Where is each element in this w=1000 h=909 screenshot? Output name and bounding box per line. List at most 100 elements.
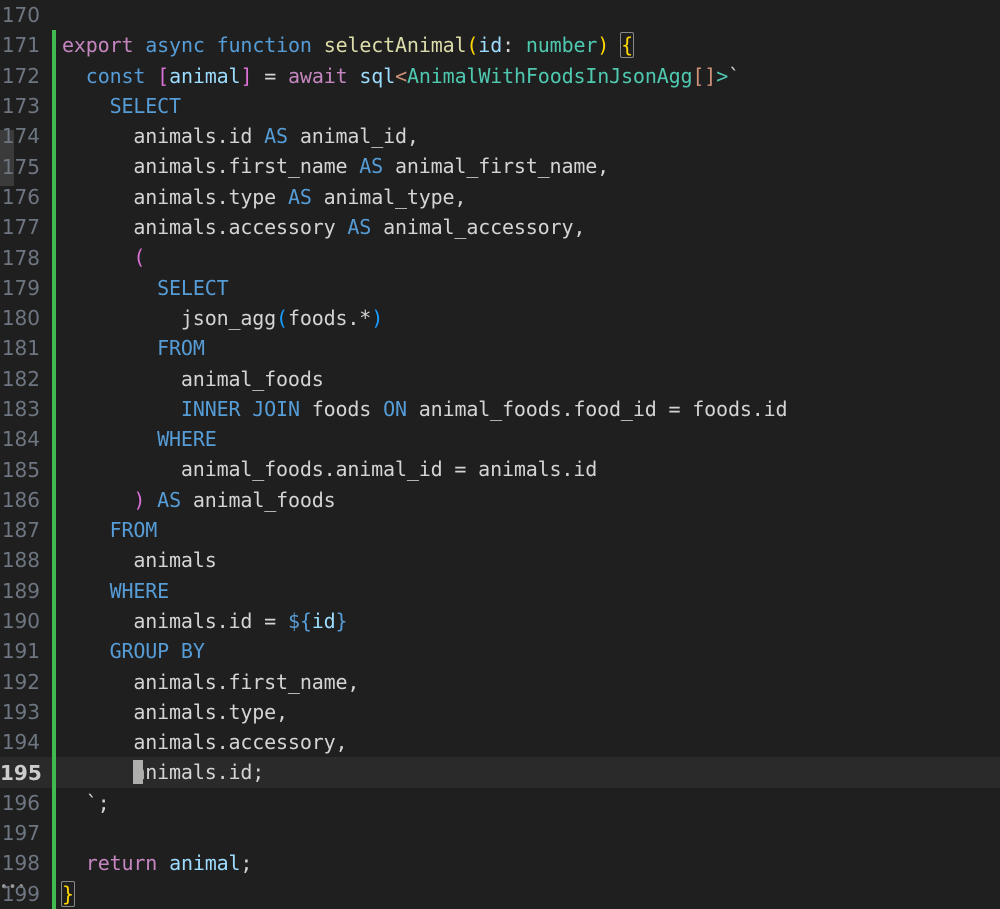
- code-line[interactable]: 191 GROUP BY: [0, 636, 1000, 667]
- line-number: 182: [1, 366, 40, 391]
- code-line[interactable]: 180 json_agg(foods.*): [0, 302, 1000, 334]
- code-token: foods.*: [287, 305, 372, 330]
- code-line-content[interactable]: animals: [56, 545, 1000, 575]
- code-token: animal: [169, 851, 241, 876]
- code-token: animals.first_name,: [62, 669, 360, 694]
- code-token: AnimalWithFoodsInJsonAgg: [407, 63, 693, 88]
- code-editor[interactable]: ••• 170 171 export async function selectAn…: [0, 0, 1000, 909]
- code-line-content[interactable]: WHERE: [56, 576, 1000, 606]
- code-line[interactable]: 192 animals.first_name,: [0, 666, 1000, 697]
- code-token: GROUP BY: [109, 639, 205, 664]
- code-line[interactable]: 175 animals.first_name AS animal_first_n…: [0, 151, 1000, 182]
- code-line[interactable]: 179 SELECT: [0, 272, 1000, 303]
- code-token: json_agg: [62, 305, 277, 330]
- code-line[interactable]: 199}: [0, 878, 1000, 909]
- line-number: 181: [1, 336, 40, 361]
- code-line[interactable]: 181 FROM: [0, 333, 1000, 364]
- code-line-content[interactable]: ) AS animal_foods: [56, 485, 1000, 515]
- code-token: animals.type: [62, 184, 288, 209]
- code-line[interactable]: 185 animal_foods.animal_id = animals.id: [0, 454, 1000, 485]
- code-line-content[interactable]: animals.id = ${id}: [56, 606, 1000, 636]
- code-line[interactable]: 194 animals.accessory,: [0, 727, 1000, 758]
- code-token: =: [252, 63, 289, 88]
- code-line[interactable]: 176 animals.type AS animal_type,: [0, 181, 1000, 213]
- code-line-content[interactable]: FROM: [56, 515, 1000, 545]
- code-line-content[interactable]: const [animal] = await sql<AnimalWithFoo…: [56, 61, 1000, 91]
- line-number: 179: [1, 275, 40, 300]
- line-number: 192: [1, 669, 40, 694]
- code-line-content[interactable]: WHERE: [56, 424, 1000, 454]
- code-line-content[interactable]: SELECT: [56, 273, 1000, 303]
- code-token: AS: [157, 487, 181, 512]
- code-line-content[interactable]: }: [56, 879, 1000, 909]
- line-number: 172: [1, 63, 40, 88]
- code-line-content[interactable]: animals.accessory,: [56, 727, 1000, 757]
- code-line[interactable]: 174 animals.id AS animal_id,: [0, 121, 1000, 152]
- code-token: (: [466, 33, 479, 58]
- code-line[interactable]: 198 return animal;: [0, 848, 1000, 879]
- code-line[interactable]: 173 SELECT: [0, 90, 1000, 122]
- code-line-content[interactable]: animal_foods: [56, 364, 1000, 394]
- code-line[interactable]: 196 `;: [0, 787, 1000, 819]
- code-line-content[interactable]: FROM: [56, 333, 1000, 363]
- code-line-content[interactable]: animals.id AS animal_id,: [56, 121, 1000, 151]
- line-number: 183: [1, 397, 40, 421]
- code-line[interactable]: 188 animals: [0, 545, 1000, 576]
- code-token: sql: [359, 63, 396, 88]
- code-token: `: [728, 63, 740, 88]
- code-line-content[interactable]: INNER JOIN foods ON animal_foods.food_id…: [56, 394, 1000, 424]
- code-line[interactable]: 182 animal_foods: [0, 363, 1000, 394]
- code-line-content[interactable]: animals.accessory AS animal_accessory,: [56, 212, 1000, 242]
- code-line-content[interactable]: animals.first_name,: [56, 667, 1000, 697]
- code-line-content[interactable]: json_agg(foods.*): [56, 303, 1000, 333]
- code-line[interactable]: 178 (: [0, 242, 1000, 273]
- code-token: animal_accessory,: [371, 215, 586, 240]
- line-number: 196: [1, 790, 40, 815]
- code-line-content[interactable]: export async function selectAnimal(id: n…: [56, 30, 1000, 60]
- code-line[interactable]: 172 const [animal] = await sql<AnimalWit…: [0, 60, 1000, 91]
- line-number: 188: [1, 548, 40, 573]
- code-token: animals.id;: [133, 760, 265, 785]
- code-line[interactable]: 170: [0, 0, 1000, 30]
- code-line-content[interactable]: (: [56, 242, 1000, 272]
- code-line[interactable]: 171 export async function selectAnimal(id…: [0, 30, 1000, 61]
- code-token: id: [311, 608, 336, 633]
- code-line-content[interactable]: animals.first_name AS animal_first_name,: [56, 151, 1000, 181]
- code-token: AS: [347, 215, 372, 240]
- code-line-content[interactable]: SELECT: [56, 91, 1000, 121]
- code-line[interactable]: 184 WHERE: [0, 424, 1000, 455]
- code-line-content[interactable]: animals.type,: [56, 697, 1000, 727]
- code-line-content[interactable]: animals.type AS animal_type,: [56, 182, 1000, 212]
- code-line-content[interactable]: animals.id;: [56, 757, 1000, 787]
- code-line[interactable]: 197: [0, 818, 1000, 849]
- code-line[interactable]: 190 animals.id = ${id}: [0, 605, 1000, 637]
- code-line[interactable]: 186 ) AS animal_foods: [0, 484, 1000, 516]
- code-line-content[interactable]: animal_foods.animal_id = animals.id: [56, 454, 1000, 484]
- code-line[interactable]: 183 INNER JOIN foods ON animal_foods.foo…: [0, 393, 1000, 425]
- code-token: ;: [240, 851, 253, 876]
- code-line[interactable]: 189 WHERE: [0, 575, 1000, 606]
- code-line-content[interactable]: GROUP BY: [56, 636, 1000, 666]
- code-line[interactable]: 177 animals.accessory AS animal_accessor…: [0, 212, 1000, 243]
- code-line-content[interactable]: `;: [56, 788, 1000, 818]
- code-token: ): [597, 33, 610, 58]
- code-token: const: [85, 63, 146, 88]
- line-number: 173: [1, 94, 40, 119]
- code-line[interactable]: 195 animals.id;: [0, 757, 1000, 788]
- code-token: `;: [62, 790, 110, 815]
- code-line[interactable]: 193 animals.type,: [0, 696, 1000, 728]
- code-line-content[interactable]: return animal;: [56, 848, 1000, 878]
- code-line[interactable]: 187 FROM: [0, 515, 1000, 546]
- code-token: animals.first_name: [62, 154, 360, 179]
- code-token: animal_foods: [180, 487, 336, 512]
- line-number: 175: [1, 154, 40, 179]
